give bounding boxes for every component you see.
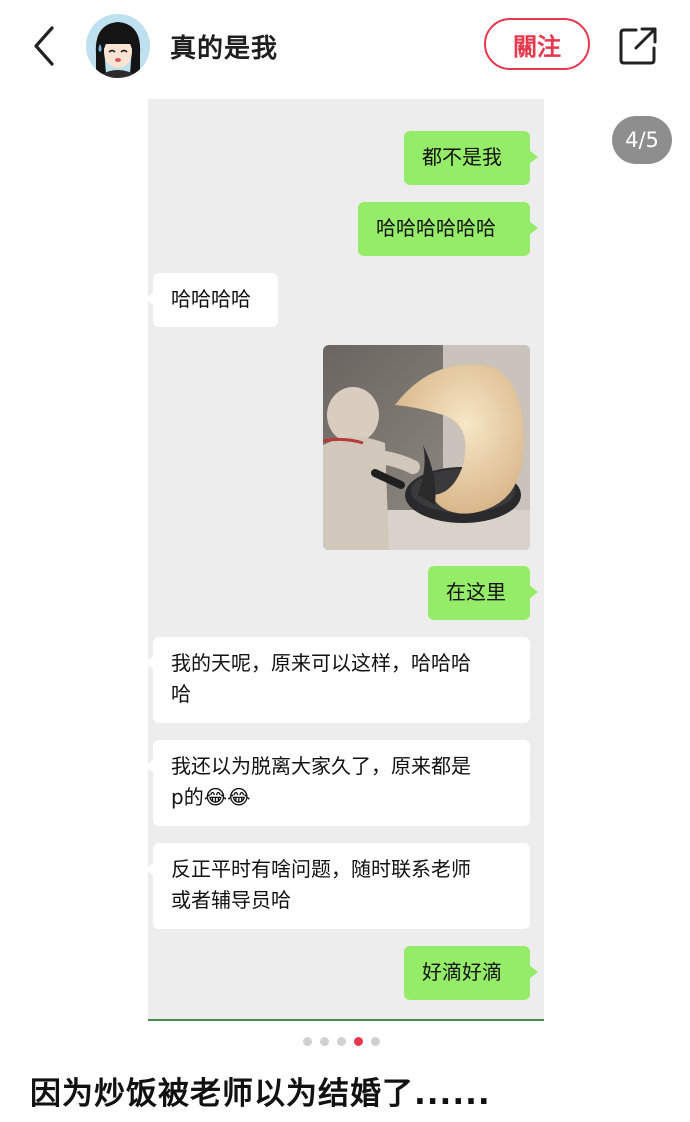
chat-bubble: 好滴好滴 [404,946,538,1000]
message-text: 我的天呢，原来可以这样，哈哈哈 [171,651,471,675]
chat-bubble: 在这里 [428,566,538,620]
chat-bubble: 反正平时有啥问题，随时联系老师 或者辅导员哈 [148,843,530,929]
chat-bubble: 我还以为脱离大家久了，原来都是 p的😂😂 [148,740,530,826]
carousel-dot-active[interactable] [354,1037,363,1046]
share-icon [619,27,657,65]
chat-bubble: 哈哈哈哈哈哈 [358,202,538,256]
chat-bubble: 都不是我 [404,131,538,185]
chat-photo [323,345,530,550]
post-image[interactable]: 都不是我 哈哈哈哈哈哈 哈哈哈哈 在这里 我的天呢，原来可以这样，哈哈哈 哈 我… [148,99,544,1021]
message-text: 都不是我 [422,145,502,169]
top-bar: 真的是我 關注 [0,0,690,92]
chat-bubble: 我的天呢，原来可以这样，哈哈哈 哈 [148,637,530,723]
follow-button[interactable]: 關注 [484,18,590,70]
message-text: 在这里 [446,580,506,604]
carousel-indicator [303,1037,383,1047]
message-text: 好滴好滴 [422,960,502,984]
message-text: 反正平时有啥问题，随时联系老师 [171,857,471,881]
carousel-dot[interactable] [337,1037,346,1046]
author-name[interactable]: 真的是我 [170,28,278,65]
back-button[interactable] [24,22,68,70]
message-text: 或者辅导员哈 [171,888,291,912]
image-counter: 4/5 [612,116,672,164]
message-text: 哈哈哈哈哈哈 [376,216,496,240]
post-page: 真的是我 關注 都不是我 哈哈哈哈哈哈 哈哈哈哈 在这里 我的天呢，原来可以这样… [0,0,690,1122]
message-text: 哈 [171,682,191,706]
message-text: 哈哈哈哈 [171,287,251,311]
message-text: 我还以为脱离大家久了，原来都是 [171,754,471,778]
carousel-dot[interactable] [371,1037,380,1046]
avatar[interactable] [86,14,150,78]
message-text: p的😂😂 [171,785,251,809]
chat-bubble: 哈哈哈哈 [148,273,278,327]
carousel-dot[interactable] [320,1037,329,1046]
share-button[interactable] [616,24,660,68]
back-icon [34,26,54,66]
post-title: 因为炒饭被老师以为结婚了...... [30,1076,491,1112]
carousel-dot[interactable] [303,1037,312,1046]
